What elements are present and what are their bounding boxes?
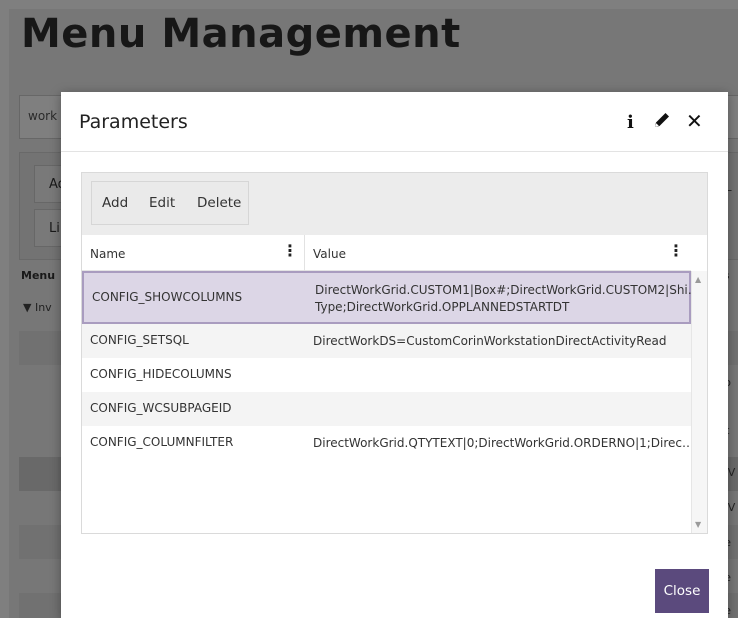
grid-header: Name ⋮ Value ⋮ — [82, 235, 691, 271]
param-value: DirectWorkDS=CustomCorinWorkstationDirec… — [313, 334, 667, 348]
column-menu-icon[interactable]: ⋮ — [668, 243, 684, 259]
scroll-down-arrow-icon[interactable]: ▼ — [695, 520, 701, 529]
parameters-grid: Name ⋮ Value ⋮ CONFIG_SHOWCOLUMNS Direct… — [82, 235, 707, 533]
dialog-title: Parameters — [79, 111, 188, 133]
param-value: DirectWorkGrid.CUSTOM1|Box#;DirectWorkGr… — [315, 283, 700, 314]
param-name: CONFIG_WCSUBPAGEID — [90, 401, 232, 415]
param-name: CONFIG_SHOWCOLUMNS — [92, 290, 243, 304]
table-row[interactable]: CONFIG_COLUMNFILTER DirectWorkGrid.QTYTE… — [82, 426, 695, 460]
table-row[interactable]: CONFIG_WCSUBPAGEID — [82, 392, 691, 426]
pencil-icon[interactable] — [652, 110, 672, 135]
param-name: CONFIG_HIDECOLUMNS — [90, 367, 232, 381]
pencil-icon-graphic — [655, 113, 669, 127]
parameters-panel: Add Edit Delete Name ⋮ Value ⋮ CONFIG_SH… — [81, 172, 708, 534]
delete-button[interactable]: Delete — [197, 195, 241, 211]
parameters-dialog: Parameters i ✕ Add Edit Delete Name ⋮ Va… — [61, 92, 728, 618]
dialog-header: Parameters i ✕ — [61, 92, 728, 152]
column-menu-icon[interactable]: ⋮ — [282, 243, 298, 259]
column-header-label: Value — [313, 247, 346, 261]
edit-button[interactable]: Edit — [149, 195, 175, 211]
grid-toolbar: Add Edit Delete — [91, 181, 249, 225]
add-button[interactable]: Add — [102, 195, 128, 211]
close-button[interactable]: Close — [655, 569, 709, 613]
param-value: DirectWorkGrid.QTYTEXT|0;DirectWorkGrid.… — [313, 436, 695, 450]
column-header-label: Name — [90, 247, 126, 261]
scroll-up-arrow-icon[interactable]: ▲ — [695, 275, 701, 284]
param-name: CONFIG_COLUMNFILTER — [90, 435, 234, 449]
close-icon[interactable]: ✕ — [686, 109, 703, 133]
column-header-name[interactable]: Name — [82, 235, 304, 271]
table-row[interactable]: CONFIG_SHOWCOLUMNS DirectWorkGrid.CUSTOM… — [82, 271, 700, 324]
grid-scrollbar[interactable]: ▲ ▼ — [691, 271, 707, 533]
column-header-value[interactable]: Value — [305, 235, 691, 271]
info-icon[interactable]: i — [627, 112, 634, 133]
param-name: CONFIG_SETSQL — [90, 333, 189, 347]
table-row[interactable]: CONFIG_HIDECOLUMNS — [82, 358, 691, 392]
table-row[interactable]: CONFIG_SETSQL DirectWorkDS=CustomCorinWo… — [82, 324, 691, 358]
